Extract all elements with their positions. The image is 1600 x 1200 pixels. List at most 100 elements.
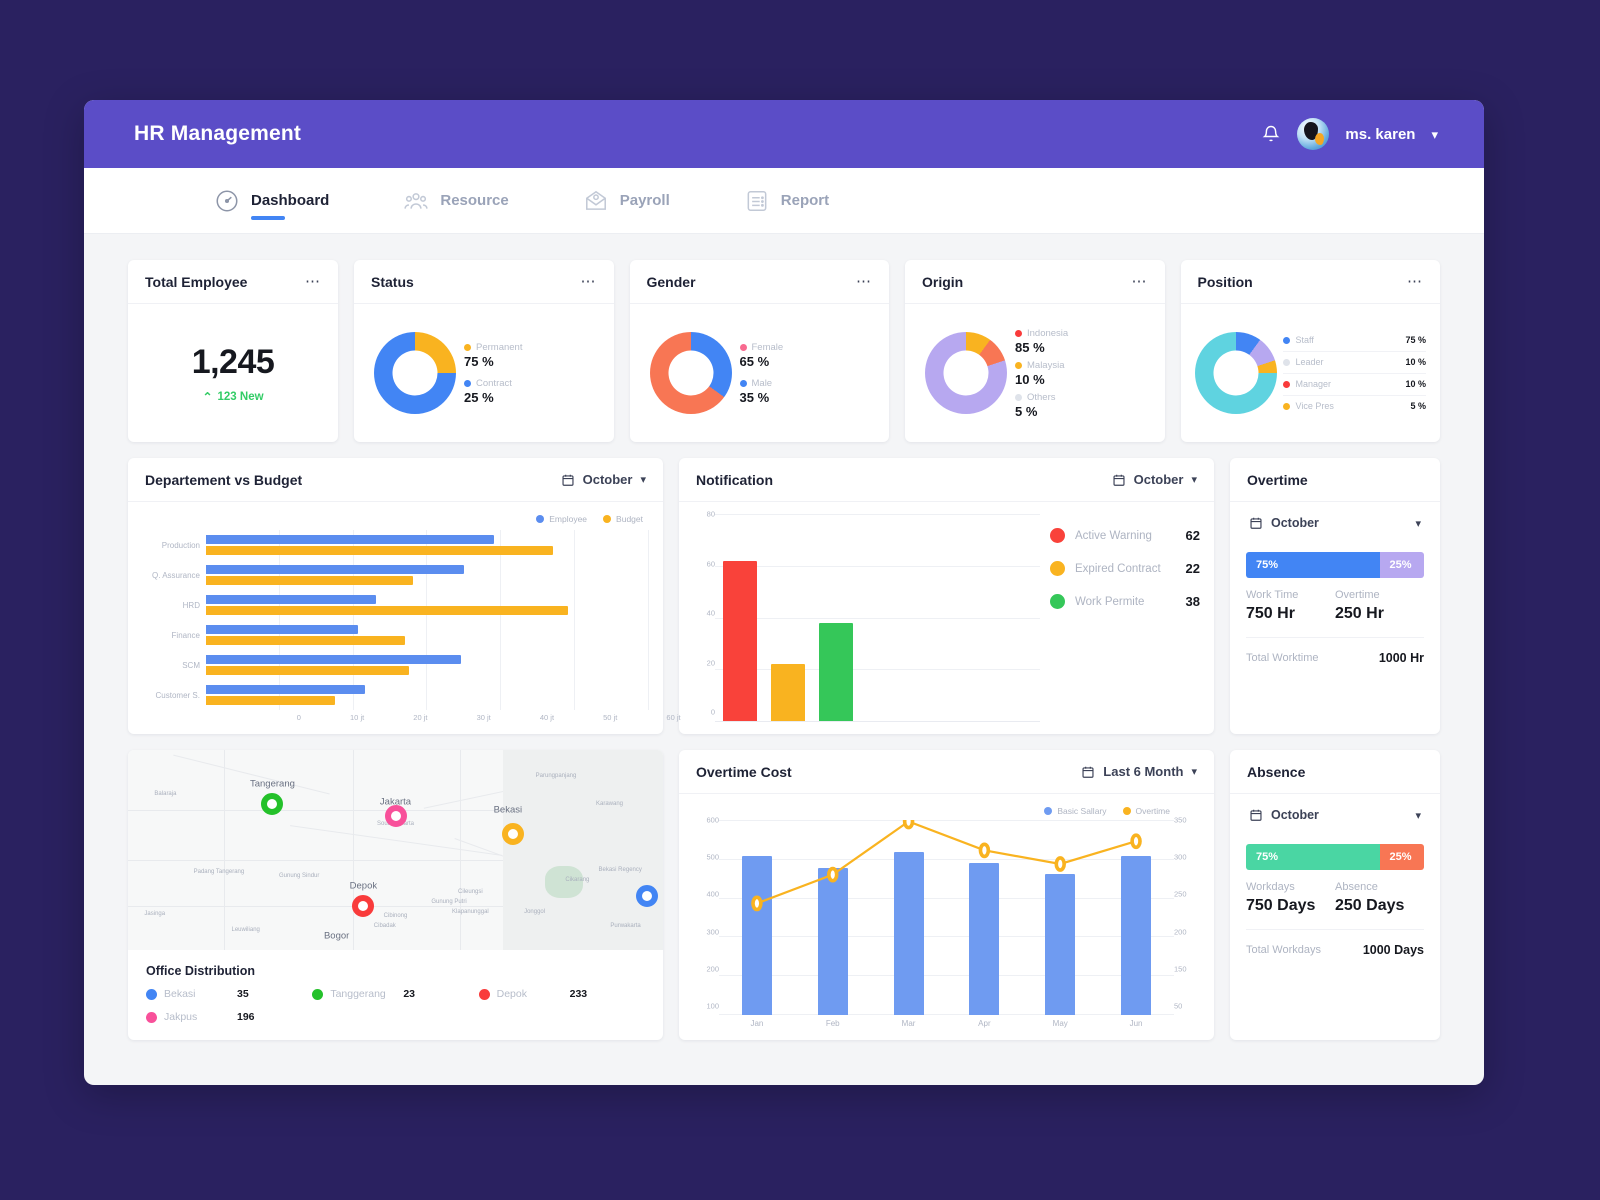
bar-expired-contract [771, 664, 805, 721]
map-marker-jakarta[interactable] [384, 805, 407, 827]
bar-employee [206, 535, 494, 544]
position-name: Staff [1295, 335, 1314, 345]
map-label: Jonggol [524, 909, 546, 915]
map-marker-tangerang[interactable] [261, 793, 284, 815]
gridline [715, 565, 1040, 567]
absence-workdays-cell: Workdays 750 Days [1246, 881, 1335, 915]
overtime-overtime-cell: Overtime 250 Hr [1335, 589, 1424, 623]
list-item: Depok 233 [478, 988, 645, 1000]
absence-period-selector[interactable]: October ▾ [1246, 806, 1424, 822]
status-donut-chart [374, 332, 456, 414]
overtime-period-selector[interactable]: October ▾ [1246, 514, 1424, 530]
chevron-down-icon: ▾ [640, 474, 646, 486]
period-label: October [1133, 472, 1184, 487]
legend-item: Malaysia 10 % [1015, 360, 1068, 387]
axis-tick-label: HRD [182, 600, 200, 610]
chevron-down-icon[interactable]: ▾ [1431, 128, 1438, 141]
absence-total-row: Total Workdays 1000 Days [1246, 929, 1424, 957]
card-title: Overtime [1247, 471, 1308, 488]
map-label: Cikarang [565, 877, 590, 883]
legend-item: Basic Sallary [1044, 806, 1107, 816]
tab-dashboard[interactable]: Dashboard [214, 168, 329, 234]
absence-workdays-portion: 75% [1246, 844, 1380, 870]
period-selector[interactable]: October ▾ [561, 472, 646, 487]
charts-row: Departement vs Budget October ▾ Employee… [128, 458, 1440, 734]
tab-resource[interactable]: Resource [403, 168, 509, 234]
office-name: Jakpus [164, 1011, 198, 1023]
axis-tick-label: 20 [706, 658, 715, 667]
axis-tick-label: 10 jt [350, 713, 365, 722]
bell-icon[interactable] [1261, 123, 1281, 145]
card-header: Total Employee ⋯ [128, 260, 338, 304]
legend-item: Others 5 % [1015, 392, 1068, 419]
dashboard-gauge-icon [214, 188, 240, 214]
card-menu-icon[interactable]: ⋯ [856, 274, 872, 289]
legend-value: 5 % [1015, 403, 1038, 419]
department-x-axis: 0 10 jt 20 jt 30 jt 40 jt 50 jt 60 jt [206, 713, 681, 722]
notification-y-axis: 80 60 40 20 0 [693, 510, 715, 722]
position-value: 10 % [1405, 379, 1426, 389]
card-overtime: Overtime October ▾ 75% 25% Work Time 750… [1230, 458, 1440, 734]
legend-color-dot [1050, 561, 1065, 576]
top-bar: HR Management ms. karen ▾ [84, 100, 1484, 168]
legend-color-dot [146, 1011, 157, 1023]
map-marker-bekasi-regency[interactable] [635, 885, 658, 907]
table-row: Manager 10 % [1282, 374, 1426, 396]
axis-tick-label: Jun [1129, 1019, 1143, 1028]
card-menu-icon[interactable]: ⋯ [305, 274, 321, 289]
axis-tick-label: 40 jt [539, 713, 555, 722]
legend-color-dot [146, 988, 157, 1000]
map-label: Tangerang [249, 778, 295, 790]
legend-item: Overtime [1122, 806, 1170, 816]
overtime-line-points [751, 820, 1142, 912]
absence-absence-portion: 25% [1379, 844, 1424, 870]
department-bars [206, 530, 649, 710]
legend-item: Indonesia 85 % [1015, 328, 1068, 355]
bar-group [206, 560, 649, 590]
notification-legend-list: Active Warning 62 Expired Contract 22 Wo… [1050, 514, 1200, 722]
tab-payroll[interactable]: Payroll [583, 168, 670, 234]
position-donut-chart [1194, 332, 1277, 414]
gridline [715, 617, 1040, 619]
axis-tick-label: 400 [706, 889, 719, 899]
office-name: Bekasi [164, 988, 196, 1000]
tab-report[interactable]: Report [744, 168, 829, 234]
card-body: Permanent 75 % Contract 25 % [354, 304, 614, 442]
chevron-down-icon: ▾ [1415, 809, 1421, 822]
tab-resource-label: Resource [440, 192, 509, 209]
notification-value: 22 [1185, 561, 1200, 576]
card-overtime-cost: Overtime Cost Last 6 Month ▾ Basic Salla [679, 750, 1214, 1040]
legend-label: Overtime [1135, 806, 1170, 816]
card-menu-icon[interactable]: ⋯ [1132, 274, 1148, 289]
card-menu-icon[interactable]: ⋯ [1407, 274, 1423, 289]
legend-value: 10 % [1015, 371, 1045, 387]
overtime-worktime-caption: Work Time [1246, 589, 1299, 601]
map-label: Cileungsi [458, 889, 483, 895]
map-marker-bekasi[interactable] [502, 823, 525, 845]
map-image[interactable]: Tangerang Jakarta Bekasi Depok Bogor Sou… [128, 750, 663, 950]
bar-budget [206, 546, 553, 555]
card-title: Origin [922, 273, 964, 290]
total-employee-delta-label: 123 New [217, 390, 264, 403]
period-selector[interactable]: Last 6 Month ▾ [1081, 764, 1197, 779]
bar-employee [206, 685, 365, 694]
period-selector[interactable]: October ▾ [1112, 472, 1197, 487]
username-label: ms. karen [1345, 125, 1416, 143]
bar-employee [206, 655, 461, 664]
gender-donut-chart [649, 332, 732, 414]
notification-bars [715, 514, 1040, 722]
map-marker-depok[interactable] [352, 895, 375, 917]
card-body: Employee Budget Production Q. Assurance … [128, 502, 681, 734]
axis-tick-label: 0 [710, 707, 715, 717]
office-distribution-legend: Office Distribution Bekasi 35 Tanggerang… [128, 950, 663, 1034]
envelope-person-icon [583, 188, 609, 214]
legend-color-dot [1015, 329, 1022, 337]
active-tab-indicator [251, 215, 285, 220]
bar-budget [206, 576, 413, 585]
card-menu-icon[interactable]: ⋯ [581, 274, 597, 289]
origin-legend: Indonesia 85 % Malaysia 10 % Others 5 % [1015, 328, 1068, 419]
gender-legend: Female 65 % Male 35 % [739, 342, 783, 405]
card-body: October ▾ 75% 25% Workdays 750 Days Abse… [1230, 794, 1440, 1040]
tab-dashboard-label: Dashboard [251, 192, 330, 209]
avatar[interactable] [1297, 118, 1330, 150]
